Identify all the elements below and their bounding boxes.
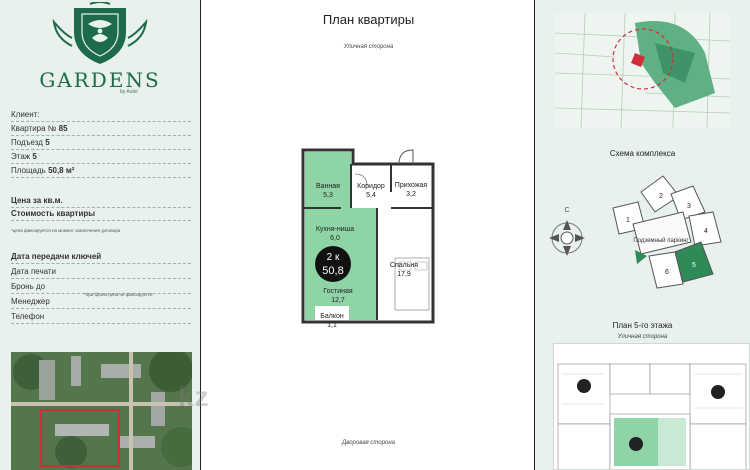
kitchen-label: Кухня-ниша — [316, 226, 354, 233]
apartment-type: 2 к — [327, 252, 340, 263]
bathroom-area: 5,3 — [323, 192, 333, 199]
floor-field: Этаж 5 — [11, 152, 191, 164]
balcony-label: Балкон — [320, 313, 344, 320]
bedroom-label: Спальня — [390, 262, 418, 269]
complex-scheme: С 1 2 3 4 5 6 Подземный паркинг — [549, 175, 722, 289]
apartment-sheet: GARDENS by Aulet Клиент: Квартира № 85 П… — [0, 0, 750, 470]
floor-plan-title: План 5-го этажа — [612, 321, 673, 330]
block-5: 5 — [692, 262, 696, 269]
kitchen-area: 6,0 — [330, 235, 340, 242]
hallway-label: Прихожая — [395, 182, 428, 189]
corridor-label: Коридор — [357, 183, 385, 190]
apartment-floorplan: Ванная 5,3 Коридор 5,4 Прихожая 3,2 Кухн… — [301, 148, 435, 329]
manager-field: Менеджер — [11, 297, 191, 309]
parking-label: Подземный паркинг — [633, 237, 689, 244]
yard-side-label: Дворовая сторона — [341, 440, 396, 446]
brand-name: GARDENS — [39, 68, 161, 92]
apartment-total-area: 50,8 — [322, 265, 343, 277]
price-note: *цена фиксируется на момент заключения д… — [11, 228, 121, 233]
bedroom-area: 17,9 — [397, 271, 411, 278]
satellite-image — [11, 352, 192, 470]
block-4: 4 — [704, 228, 708, 235]
brand-sub: by Aulet — [120, 89, 138, 95]
balcony-area: 1,1 — [327, 322, 337, 329]
block-1: 1 — [626, 217, 630, 224]
compass-north: С — [564, 207, 569, 214]
bathroom-room — [305, 152, 351, 208]
complex-scheme-title: Схема комплекса — [609, 149, 676, 158]
bathroom-label: Ванная — [316, 183, 340, 190]
entrance-field: Подъезд 5 — [11, 138, 191, 150]
info-column: GARDENS by Aulet Клиент: Квартира № 85 П… — [0, 0, 200, 470]
block-3: 3 — [687, 203, 691, 210]
plan-title: План квартиры — [322, 12, 415, 27]
block-6: 6 — [665, 269, 669, 276]
hallway-area: 3,2 — [406, 191, 416, 198]
client-field: Клиент: — [11, 110, 191, 122]
apartment-number-field: Квартира № 85 — [11, 124, 191, 136]
phone-field: Телефон — [11, 312, 191, 324]
watermark: kz — [178, 381, 210, 412]
block-2: 2 — [659, 193, 663, 200]
floor-street-label: Уличная сторона — [617, 334, 668, 340]
area-field: Площадь 50,8 м² — [11, 166, 191, 178]
living-area: 12,7 — [331, 297, 345, 304]
corridor-area: 5,4 — [366, 192, 376, 199]
handover-date-field: Дата передачи ключей — [11, 252, 191, 264]
price-per-sqm-field: Цена за кв.м. — [11, 196, 191, 208]
street-side-label: Уличная сторона — [343, 44, 394, 50]
complex-column: Схема комплекса С 1 2 3 4 5 6 Подземный … — [535, 0, 750, 470]
living-label: Гостиная — [323, 288, 353, 295]
gardens-logo-icon — [52, 2, 148, 64]
print-date-field: Дата печати — [11, 267, 191, 279]
location-map — [555, 13, 730, 128]
floor-plan-image — [553, 343, 750, 470]
total-price-field: Стоимость квартиры — [11, 209, 191, 221]
plan-column: План квартиры Уличная сторона Ванная 5,3… — [200, 0, 535, 470]
